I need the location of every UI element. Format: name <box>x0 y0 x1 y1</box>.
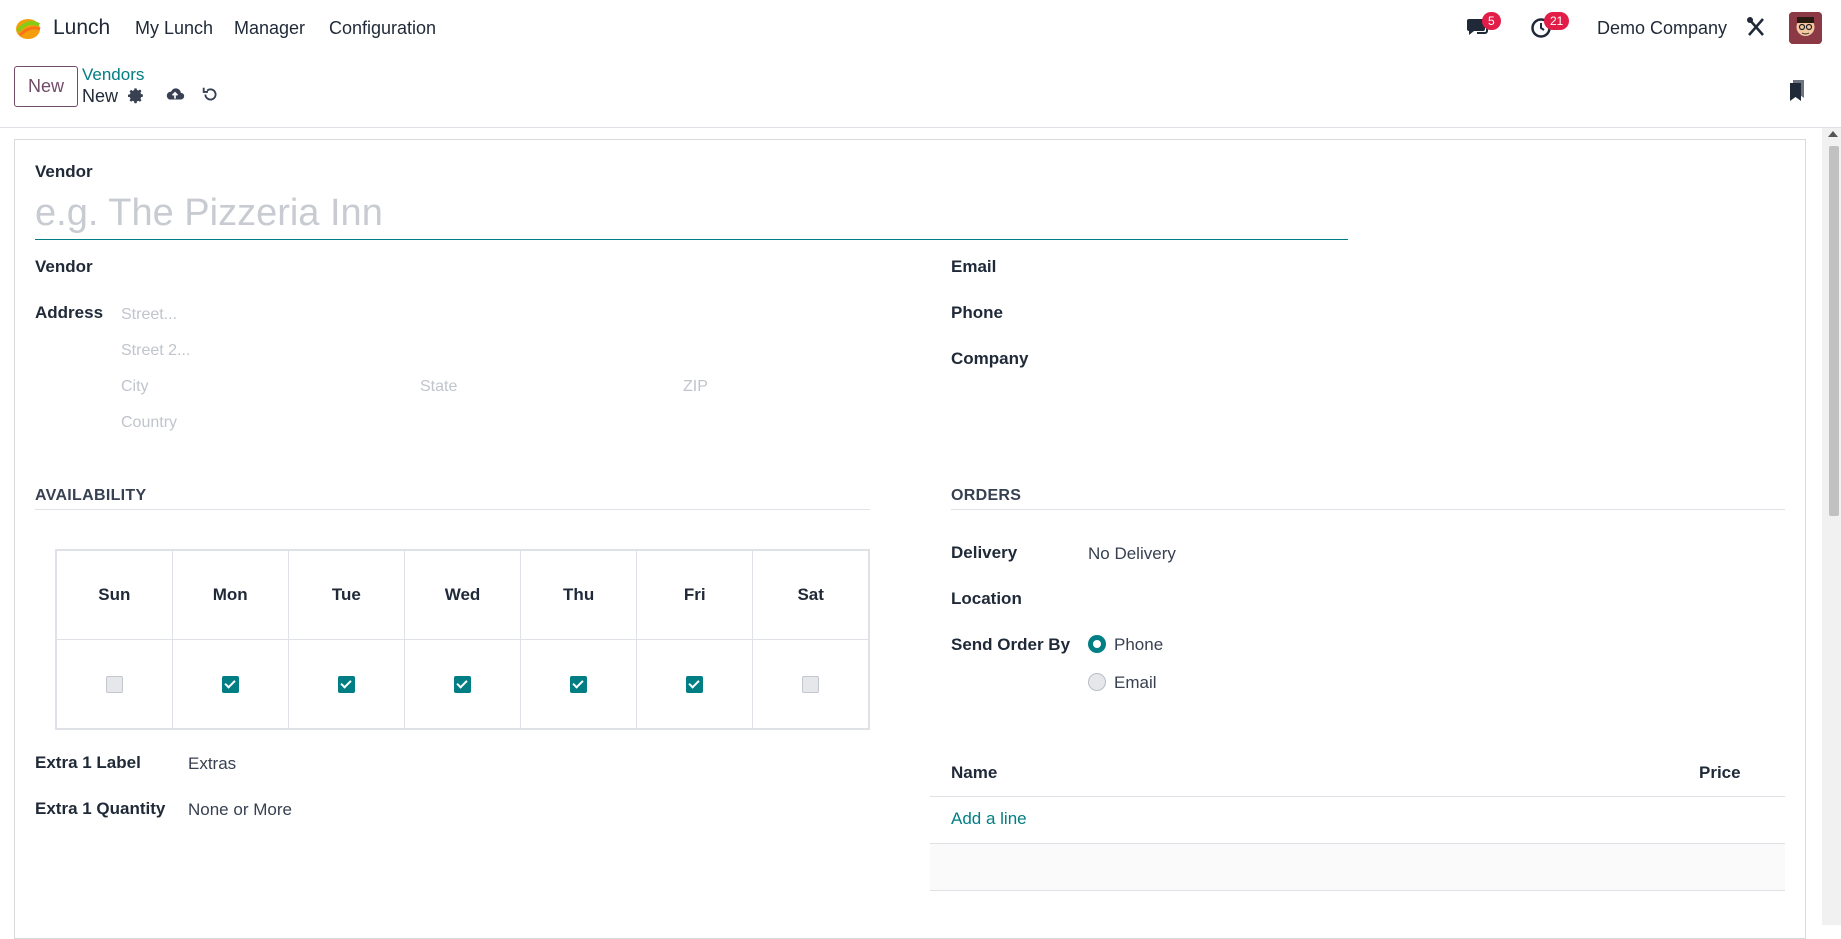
send-order-by-label: Send Order By <box>951 635 1071 654</box>
extra1-quantity-field[interactable]: None or More <box>188 800 292 820</box>
scrollbar-thumb[interactable] <box>1829 146 1839 516</box>
company-label: Company <box>951 349 1029 368</box>
zip-input[interactable]: ZIP <box>683 378 708 396</box>
extra1-label-field[interactable]: Extras <box>188 754 236 774</box>
email-label: Email <box>951 257 997 276</box>
company-field[interactable] <box>1088 349 1778 371</box>
send-by-email-label[interactable]: Email <box>1114 673 1157 693</box>
day-header-fri: Fri <box>636 549 754 640</box>
app-name[interactable]: Lunch <box>53 16 110 40</box>
products-list-header <box>930 750 1785 797</box>
day-checkbox-fri[interactable] <box>686 675 704 693</box>
discard-icon[interactable] <box>202 86 219 108</box>
street-input[interactable]: Street... <box>121 306 177 324</box>
send-by-phone-radio[interactable] <box>1088 635 1106 653</box>
phone-label: Phone <box>951 303 1003 322</box>
menu-manager[interactable]: Manager <box>234 18 305 39</box>
city-input[interactable]: City <box>121 378 149 396</box>
control-panel <box>0 56 1841 128</box>
menu-configuration[interactable]: Configuration <box>329 18 436 39</box>
day-header-wed: Wed <box>403 549 522 640</box>
top-navbar: Lunch My Lunch Manager Configuration 5 2… <box>0 0 1841 56</box>
address-label: Address <box>35 303 104 322</box>
lunch-app-icon[interactable] <box>14 15 42 41</box>
bookmark-icon[interactable] <box>1788 79 1806 106</box>
breadcrumb-current: New <box>82 86 119 106</box>
location-label: Location <box>951 589 1022 608</box>
day-header-tue: Tue <box>287 549 405 640</box>
activities-count-badge: 21 <box>1544 12 1570 30</box>
day-checkbox-wed[interactable] <box>453 675 471 693</box>
tools-icon[interactable] <box>1746 16 1766 43</box>
scroll-up-arrow-icon[interactable] <box>1828 131 1838 137</box>
delivery-field[interactable]: No Delivery <box>1088 544 1176 564</box>
location-field[interactable] <box>1088 589 1778 611</box>
company-switcher[interactable]: Demo Company <box>1597 18 1727 39</box>
day-header-mon: Mon <box>171 549 289 640</box>
vendor-name-label: Vendor <box>35 162 93 181</box>
day-checkbox-thu[interactable] <box>570 675 588 693</box>
street2-input[interactable]: Street 2... <box>121 342 190 360</box>
availability-divider <box>35 509 870 510</box>
cloud-upload-icon[interactable] <box>165 86 185 108</box>
vendor-partner-label: Vendor <box>35 257 93 276</box>
day-header-thu: Thu <box>520 549 638 640</box>
extra1-label-label: Extra 1 Label <box>35 753 141 772</box>
extra1-quantity-label: Extra 1 Quantity <box>35 799 166 818</box>
list-column-price[interactable]: Price <box>1699 763 1741 783</box>
list-footer-row <box>930 844 1785 891</box>
gear-icon[interactable] <box>128 87 145 109</box>
send-by-email-radio[interactable] <box>1088 673 1106 691</box>
vendor-partner-field[interactable] <box>120 257 870 279</box>
day-header-sun: Sun <box>55 549 173 640</box>
send-by-phone-label[interactable]: Phone <box>1114 635 1163 655</box>
day-checkbox-tue[interactable] <box>337 675 355 693</box>
day-checkbox-mon[interactable] <box>221 675 239 693</box>
messages-count-badge: 5 <box>1482 12 1501 30</box>
day-header-sat: Sat <box>752 549 870 640</box>
user-avatar[interactable] <box>1789 12 1822 44</box>
list-column-name[interactable]: Name <box>951 763 997 783</box>
email-field[interactable] <box>1088 257 1778 279</box>
add-a-line-link[interactable]: Add a line <box>951 809 1027 829</box>
orders-section-title: ORDERS <box>951 487 1022 504</box>
new-button[interactable]: New <box>14 66 78 107</box>
availability-days-table: Sun Mon Tue Wed Thu Fri Sat <box>55 549 870 730</box>
day-checkbox-sun[interactable] <box>105 675 123 693</box>
country-input[interactable]: Country <box>121 414 177 432</box>
delivery-label: Delivery <box>951 543 1018 562</box>
phone-field[interactable] <box>1088 303 1778 325</box>
vendor-name-input[interactable] <box>35 187 1348 240</box>
day-checkbox-sat[interactable] <box>802 675 820 693</box>
availability-section-title: AVAILABILITY <box>35 487 147 504</box>
menu-my-lunch[interactable]: My Lunch <box>135 18 213 39</box>
breadcrumb-vendors[interactable]: Vendors <box>82 65 144 85</box>
orders-divider <box>951 509 1785 510</box>
state-input[interactable]: State <box>420 378 457 396</box>
